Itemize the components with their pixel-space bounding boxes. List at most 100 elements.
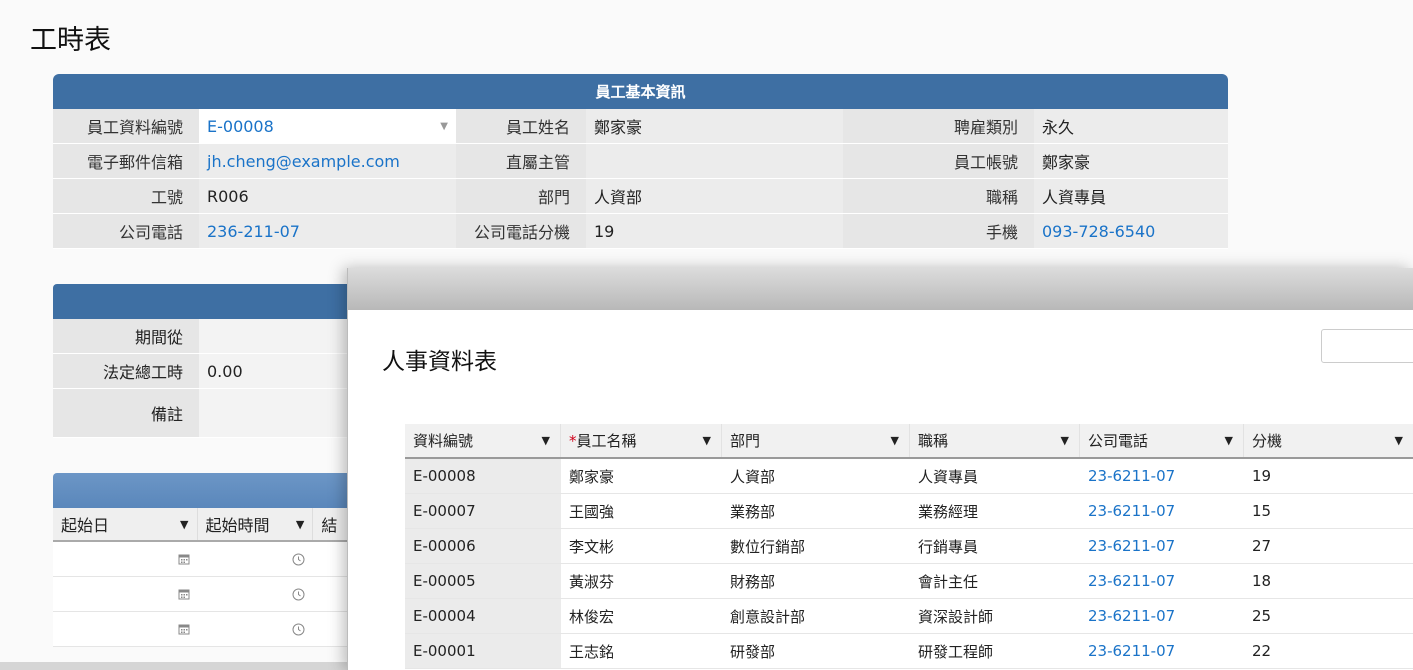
column-start-date[interactable]: 起始日 ▼ xyxy=(53,508,198,540)
cell-department: 數位行銷部 xyxy=(730,537,806,556)
sort-arrow-icon[interactable]: ▼ xyxy=(1225,434,1233,447)
field-label: 直屬主管 xyxy=(456,144,586,178)
clock-icon[interactable] xyxy=(198,612,314,646)
cell-company-phone[interactable]: 23-6211-07 xyxy=(1080,529,1244,563)
field-value: 人資部 xyxy=(586,179,843,213)
cell-company-phone[interactable]: 23-6211-07 xyxy=(1080,459,1244,493)
field-label: 部門 xyxy=(456,179,586,213)
employee-info-section: 員工基本資訊 員工資料編號 E-00008 ▼ 員工姓名 鄭家豪 聘雇類別 永久 電子郵件信箱… xyxy=(53,74,1228,249)
required-marker: * xyxy=(569,431,577,450)
time-entry-row xyxy=(53,612,353,647)
column-extension[interactable]: 分機 ▼ xyxy=(1244,424,1413,457)
dropdown-arrow-icon[interactable]: ▼ xyxy=(440,121,448,132)
cell-record-id: E-00007 xyxy=(405,494,561,528)
cell-record-id: E-00008 xyxy=(405,459,561,493)
column-job-title[interactable]: 職稱 ▼ xyxy=(910,424,1080,457)
column-department[interactable]: 部門 ▼ xyxy=(722,424,910,457)
field-value: 19 xyxy=(586,214,843,248)
field-value: 永久 xyxy=(1034,109,1228,143)
field-label: 工號 xyxy=(53,179,199,213)
statutory-hours-label: 法定總工時 xyxy=(53,354,199,388)
remarks-field[interactable] xyxy=(199,389,353,437)
info-row: 公司電話 236-211-07 公司電話分機 19 手機 093-728-6540 xyxy=(53,214,1228,249)
field-value-text[interactable]: 236-211-07 xyxy=(207,222,300,241)
field-value[interactable]: 236-211-07 xyxy=(199,214,456,248)
search-input[interactable] xyxy=(1321,329,1413,363)
column-label: 分機 xyxy=(1252,432,1283,450)
field-value xyxy=(586,144,843,178)
hr-data-table: 資料編號 ▼ * 員工名稱 ▼ 部門 ▼ 職稱 ▼ 公司電話 ▼ 分機 ▼ E-00008 鄭家豪 人資部 人… xyxy=(405,424,1413,669)
sort-arrow-icon[interactable]: ▼ xyxy=(703,434,711,447)
cell-employee-name: 鄭家豪 xyxy=(569,467,615,486)
cell-company-phone[interactable]: 23-6211-07 xyxy=(1080,494,1244,528)
table-row[interactable]: E-00006 李文彬 數位行銷部 行銷專員 23-6211-07 27 xyxy=(405,529,1413,564)
cell-extension: 19 xyxy=(1252,467,1272,485)
table-row[interactable]: E-00007 王國強 業務部 業務經理 23-6211-07 15 xyxy=(405,494,1413,529)
cell-employee-name: 王國強 xyxy=(569,502,615,521)
sort-arrow-icon[interactable]: ▼ xyxy=(542,434,550,447)
column-label: 公司電話 xyxy=(1088,432,1149,450)
clock-icon[interactable] xyxy=(198,542,314,576)
period-header xyxy=(53,284,353,319)
dialog-titlebar[interactable] xyxy=(348,268,1413,310)
cell-record-id: E-00004 xyxy=(405,599,561,633)
field-value[interactable]: E-00008 ▼ xyxy=(199,109,456,143)
column-start-time[interactable]: 起始時間 ▼ xyxy=(198,508,314,540)
table-row[interactable]: E-00001 王志銘 研發部 研發工程師 23-6211-07 22 xyxy=(405,634,1413,669)
field-value-text: 鄭家豪 xyxy=(1042,153,1091,172)
info-row: 工號 R006 部門 人資部 職稱 人資專員 xyxy=(53,179,1228,214)
cell-job-title: 業務經理 xyxy=(918,502,979,521)
column-record-id[interactable]: 資料編號 ▼ xyxy=(405,424,561,457)
remarks-label: 備註 xyxy=(53,389,199,437)
cell-extension: 25 xyxy=(1252,607,1272,625)
field-label: 職稱 xyxy=(843,179,1034,213)
calendar-icon[interactable] xyxy=(53,577,198,611)
cell-company-phone[interactable]: 23-6211-07 xyxy=(1080,564,1244,598)
cell-extension: 22 xyxy=(1252,642,1272,660)
field-label: 員工帳號 xyxy=(843,144,1034,178)
table-row[interactable]: E-00004 林俊宏 創意設計部 資深設計師 23-6211-07 25 xyxy=(405,599,1413,634)
cell-department: 財務部 xyxy=(730,572,776,591)
cell-extension: 27 xyxy=(1252,537,1272,555)
field-value-text: 人資專員 xyxy=(1042,188,1107,207)
cell-job-title: 會計主任 xyxy=(918,572,979,591)
cell-company-phone[interactable]: 23-6211-07 xyxy=(1080,599,1244,633)
calendar-icon[interactable] xyxy=(53,612,198,646)
sort-arrow-icon[interactable]: ▼ xyxy=(1395,434,1403,447)
table-row[interactable]: E-00005 黃淑芬 財務部 會計主任 23-6211-07 18 xyxy=(405,564,1413,599)
field-value-text[interactable]: 093-728-6540 xyxy=(1042,222,1155,241)
page-title: 工時表 xyxy=(30,25,111,56)
field-value: R006 xyxy=(199,179,456,213)
field-value[interactable]: 093-728-6540 xyxy=(1034,214,1228,248)
column-company-phone[interactable]: 公司電話 ▼ xyxy=(1080,424,1244,457)
cell-department: 研發部 xyxy=(730,642,776,661)
hr-data-picker-dialog: 人事資料表 資料編號 ▼ * 員工名稱 ▼ 部門 ▼ 職稱 ▼ 公司電話 ▼ 分機 ▼ E-00008 鄭… xyxy=(347,268,1413,670)
statutory-hours-value: 0.00 xyxy=(199,354,353,388)
table-row[interactable]: E-00008 鄭家豪 人資部 人資專員 23-6211-07 19 xyxy=(405,459,1413,494)
field-value-text[interactable]: E-00008 xyxy=(207,117,274,136)
sort-arrow-icon[interactable]: ▼ xyxy=(1061,434,1069,447)
field-value-text: 19 xyxy=(594,221,615,241)
sort-arrow-icon[interactable]: ▼ xyxy=(296,518,304,531)
column-employee-name[interactable]: * 員工名稱 ▼ xyxy=(561,424,722,457)
field-label: 員工姓名 xyxy=(456,109,586,143)
cell-record-id: E-00001 xyxy=(405,634,561,668)
period-from-field[interactable] xyxy=(199,319,353,353)
sort-arrow-icon[interactable]: ▼ xyxy=(180,518,188,531)
cell-record-id: E-00006 xyxy=(405,529,561,563)
field-label: 員工資料編號 xyxy=(53,109,199,143)
clock-icon[interactable] xyxy=(198,577,314,611)
field-value-text[interactable]: jh.cheng@example.com xyxy=(207,152,400,171)
cell-extension: 18 xyxy=(1252,572,1272,590)
field-label: 手機 xyxy=(843,214,1034,248)
field-value-text: R006 xyxy=(207,186,249,206)
sort-arrow-icon[interactable]: ▼ xyxy=(891,434,899,447)
field-value: 鄭家豪 xyxy=(586,109,843,143)
column-label: 員工名稱 xyxy=(576,432,637,450)
field-value[interactable]: jh.cheng@example.com xyxy=(199,144,456,178)
calendar-icon[interactable] xyxy=(53,542,198,576)
cell-department: 創意設計部 xyxy=(730,607,806,626)
field-label: 公司電話分機 xyxy=(456,214,586,248)
cell-company-phone[interactable]: 23-6211-07 xyxy=(1080,634,1244,668)
period-from-label: 期間從 xyxy=(53,319,199,353)
